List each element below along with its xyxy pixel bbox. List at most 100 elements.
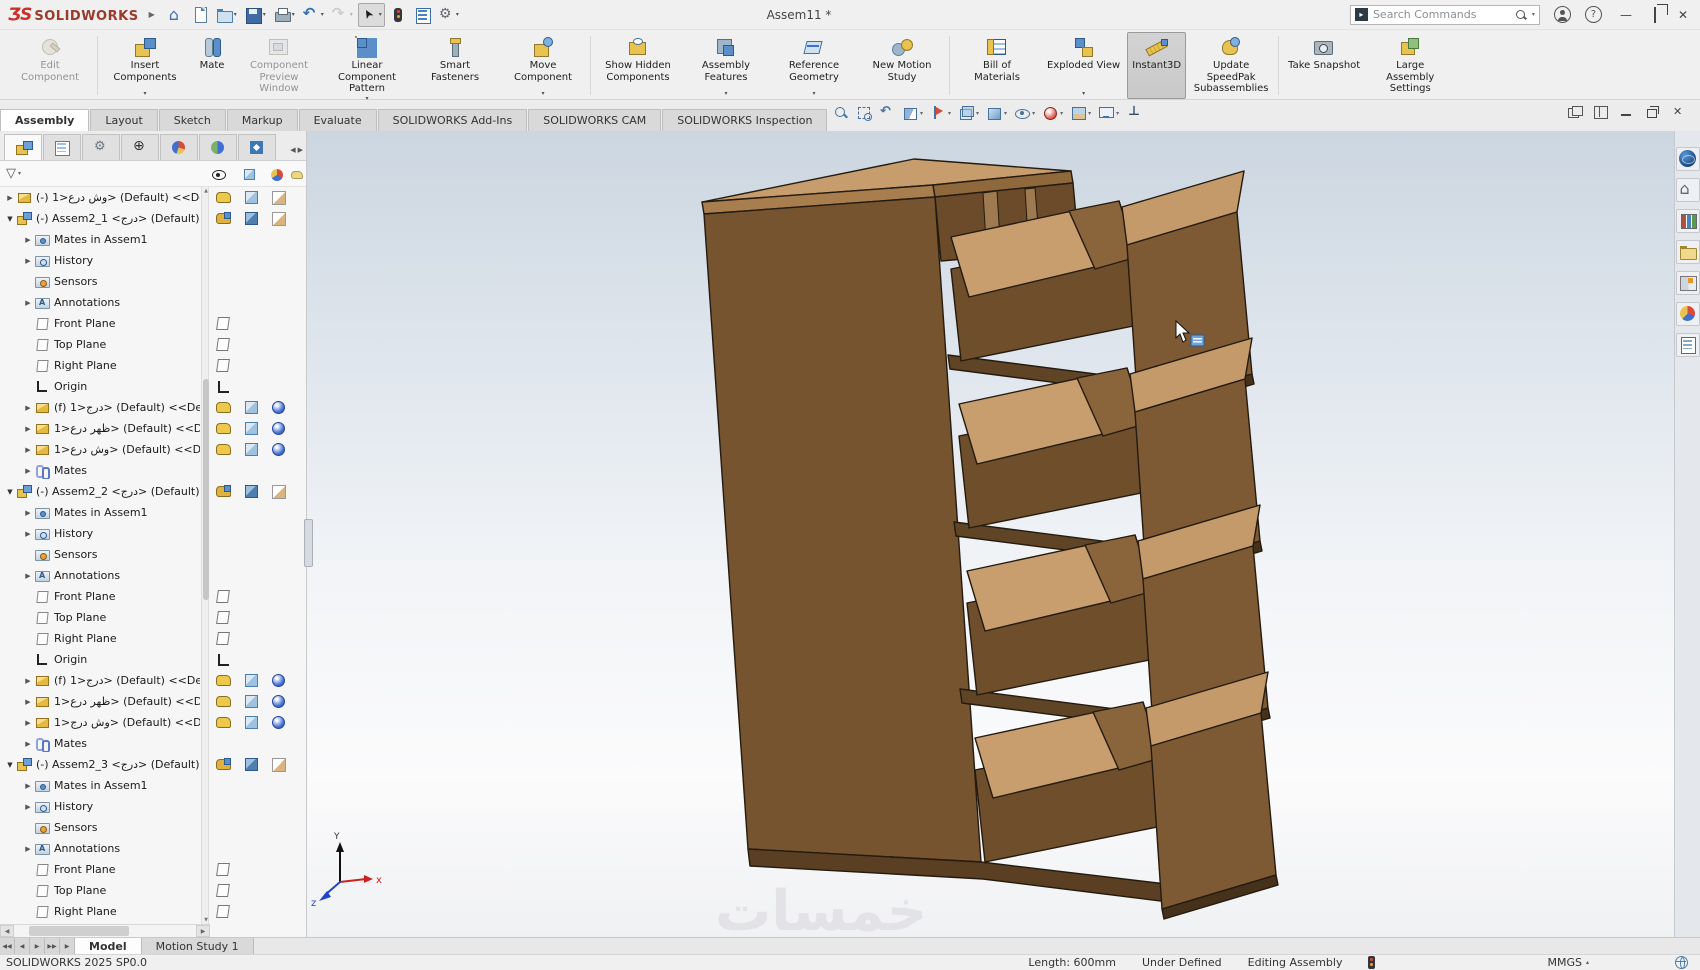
tree-row[interactable]: Front Plane	[0, 586, 306, 607]
view-tool-icon[interactable]	[930, 105, 946, 121]
view-tool-icon[interactable]	[1042, 105, 1058, 121]
hide-show-cell-icon[interactable]	[208, 691, 238, 712]
appearance-cell-icon[interactable]	[265, 544, 292, 565]
tree-row[interactable]: (-) Assem2_3 <درج> (Default) <D	[0, 754, 306, 775]
tree-row[interactable]: Top Plane	[0, 334, 306, 355]
view-tool-caret-icon[interactable]: ▾	[1116, 110, 1119, 117]
tree-row[interactable]: Top Plane	[0, 880, 306, 901]
quick-access-button[interactable]: ▾	[411, 3, 433, 27]
feature-manager-tab[interactable]	[43, 134, 81, 160]
view-tool-icon[interactable]	[986, 105, 1002, 121]
ribbon-button[interactable]: Edit Component ▾	[7, 32, 93, 99]
ribbon-button[interactable]: Update SpeedPak Subassemblies ▾	[1188, 32, 1274, 99]
tab-scroll-button[interactable]: ▶▶	[45, 938, 60, 954]
ribbon-button[interactable]: ▾	[949, 36, 950, 95]
view-tool-caret-icon[interactable]: ▾	[948, 110, 951, 117]
display-state-cell-icon[interactable]	[238, 502, 265, 523]
appearance-cell-icon[interactable]	[265, 754, 292, 775]
document-window-icon[interactable]	[1672, 105, 1686, 118]
quick-access-button[interactable]: ▾	[435, 3, 462, 27]
tree-vertical-scrollbar[interactable]: ▲ ▼	[201, 187, 209, 924]
display-state-cell-icon[interactable]	[238, 187, 265, 208]
minimize-window-button[interactable]: —	[1616, 8, 1636, 22]
feature-manager-tab[interactable]	[82, 134, 120, 160]
hide-show-cell-icon[interactable]	[208, 544, 238, 565]
hide-show-cell-icon[interactable]	[208, 376, 238, 397]
appearance-cell-icon[interactable]	[265, 838, 292, 859]
quick-access-button[interactable]: ▾	[242, 3, 269, 27]
expand-arrow-icon[interactable]	[22, 467, 34, 475]
ribbon-button[interactable]: Mate ▾	[190, 32, 234, 99]
hide-show-cell-icon[interactable]	[208, 250, 238, 271]
hide-show-cell-icon[interactable]	[208, 649, 238, 670]
tree-row[interactable]: Top Plane	[0, 607, 306, 628]
display-state-cell-icon[interactable]	[238, 250, 265, 271]
appearance-cell-icon[interactable]	[265, 208, 292, 229]
quick-access-button[interactable]: ▾	[189, 3, 211, 27]
hide-show-cell-icon[interactable]	[208, 838, 238, 859]
appearance-cell-icon[interactable]	[265, 397, 292, 418]
display-state-cell-icon[interactable]	[238, 796, 265, 817]
display-state-cell-icon[interactable]	[238, 628, 265, 649]
expand-arrow-icon[interactable]	[22, 740, 34, 748]
tab-scroll-button[interactable]: ▶	[30, 938, 45, 954]
display-state-cell-icon[interactable]	[238, 775, 265, 796]
hide-show-column-header[interactable]	[202, 167, 236, 181]
appearance-cell-icon[interactable]	[265, 859, 292, 880]
display-state-cell-icon[interactable]	[238, 880, 265, 901]
display-state-cell-icon[interactable]	[238, 901, 265, 922]
more-columns-header[interactable]	[290, 167, 304, 181]
hide-show-cell-icon[interactable]	[208, 565, 238, 586]
command-tab[interactable]: Sketch	[158, 109, 226, 131]
appearance-cell-icon[interactable]	[265, 187, 292, 208]
search-icon[interactable]	[1515, 9, 1527, 21]
feature-manager-tab[interactable]	[121, 134, 159, 160]
study-tab[interactable]: Motion Study 1	[141, 938, 254, 954]
tree-row[interactable]: Mates	[0, 460, 306, 481]
task-pane-button[interactable]	[1675, 302, 1700, 326]
appearance-cell-icon[interactable]	[265, 775, 292, 796]
hide-show-cell-icon[interactable]	[208, 271, 238, 292]
dropdown-caret-icon[interactable]: ▾	[350, 11, 353, 18]
hide-show-cell-icon[interactable]	[208, 355, 238, 376]
appearance-cell-icon[interactable]	[265, 271, 292, 292]
appearance-cell-icon[interactable]	[265, 523, 292, 544]
tree-row[interactable]: History	[0, 796, 306, 817]
quick-access-button[interactable]: ▾	[271, 3, 298, 27]
appearance-cell-icon[interactable]	[265, 607, 292, 628]
view-tool-icon[interactable]	[1070, 105, 1087, 121]
hide-show-cell-icon[interactable]	[208, 775, 238, 796]
hide-show-cell-icon[interactable]	[208, 859, 238, 880]
command-tab[interactable]: SOLIDWORKS Add-Ins	[377, 109, 528, 131]
view-tool-caret-icon[interactable]: ▾	[976, 110, 979, 117]
expand-arrow-icon[interactable]	[22, 425, 34, 433]
appearance-cell-icon[interactable]	[265, 460, 292, 481]
expand-arrow-icon[interactable]	[22, 719, 34, 727]
expand-arrow-icon[interactable]	[22, 803, 34, 811]
quick-access-button[interactable]: ▾	[300, 3, 327, 27]
display-state-cell-icon[interactable]	[238, 292, 265, 313]
dropdown-caret-icon[interactable]: ▾	[456, 11, 459, 18]
tree-row[interactable]: Mates in Assem1	[0, 775, 306, 796]
tab-scroll-arrows[interactable]: ◀ ▶	[290, 146, 306, 160]
display-state-cell-icon[interactable]	[238, 691, 265, 712]
appearance-cell-icon[interactable]	[265, 439, 292, 460]
hide-show-cell-icon[interactable]	[208, 607, 238, 628]
view-tool-icon[interactable]	[879, 104, 895, 121]
tree-row[interactable]: Front Plane	[0, 313, 306, 334]
ribbon-button[interactable]: Component Preview Window ▾	[236, 32, 322, 99]
tree-row[interactable]: Sensors	[0, 817, 306, 838]
quick-access-button[interactable]: ▾	[165, 3, 187, 27]
appearance-cell-icon[interactable]	[265, 481, 292, 502]
view-tool-icon[interactable]	[1014, 105, 1031, 121]
task-pane-button[interactable]	[1675, 333, 1700, 357]
hide-show-cell-icon[interactable]	[208, 712, 238, 733]
account-icon[interactable]	[1553, 6, 1571, 23]
display-state-cell-icon[interactable]	[238, 544, 265, 565]
tree-row[interactable]: Origin	[0, 376, 306, 397]
expand-arrow-icon[interactable]	[22, 530, 34, 538]
display-state-cell-icon[interactable]	[238, 271, 265, 292]
hide-show-cell-icon[interactable]	[208, 460, 238, 481]
ribbon-button[interactable]: ▾	[590, 36, 591, 95]
view-tool-icon[interactable]	[833, 105, 849, 121]
